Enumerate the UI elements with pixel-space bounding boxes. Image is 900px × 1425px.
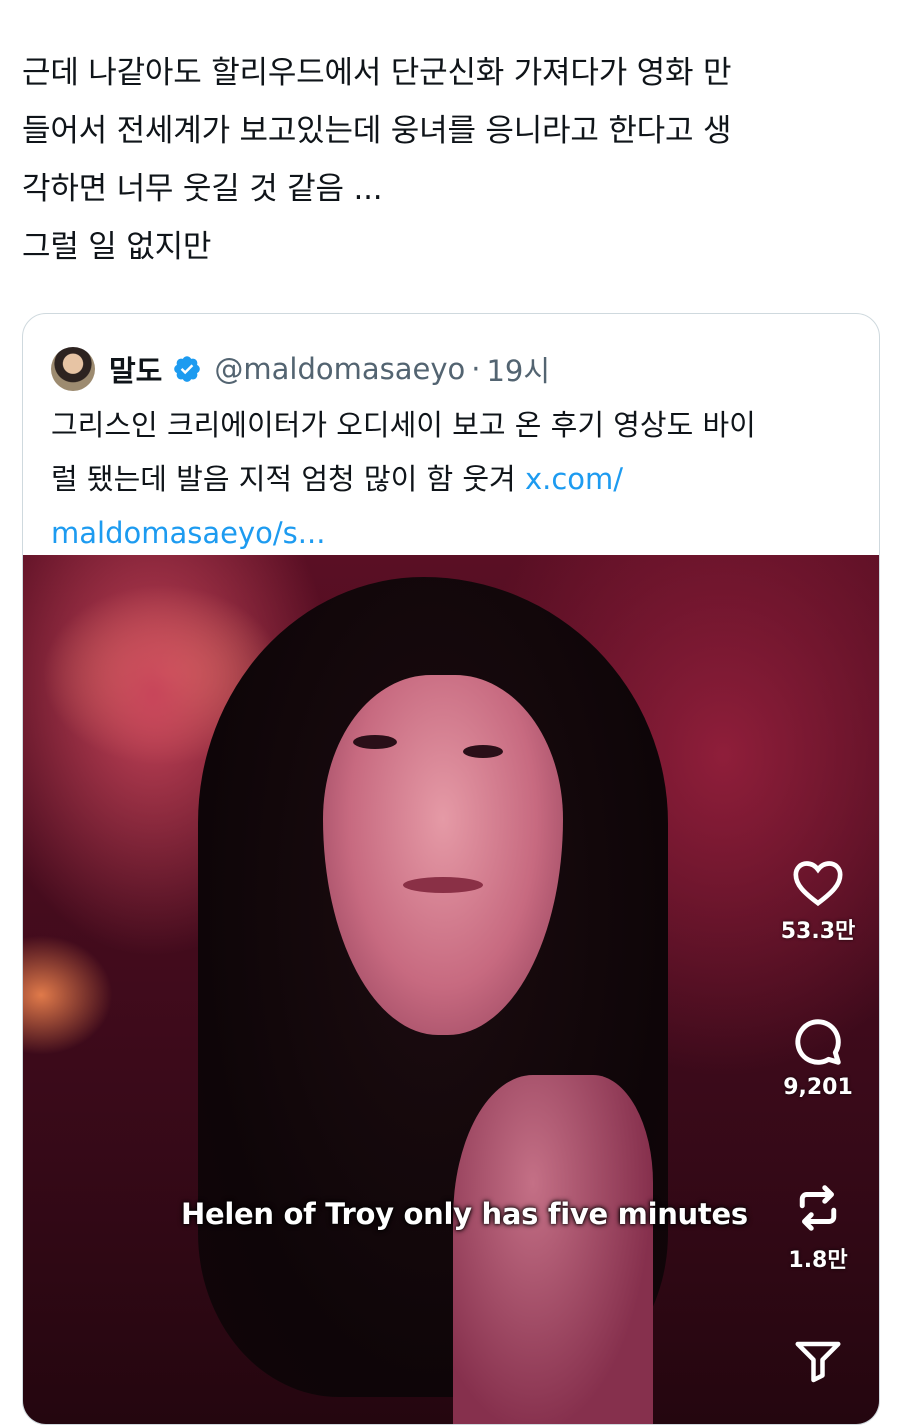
heart-icon[interactable] <box>790 855 846 907</box>
quote-text-fragment: 럴 됐는데 발음 지적 엄청 많이 함 웃겨 <box>51 462 525 496</box>
handle[interactable]: @maldomasaeyo <box>214 352 465 386</box>
share-action[interactable] <box>773 1335 863 1389</box>
video-media[interactable]: Helen of Troy only has five minutes 53.3… <box>23 555 879 1424</box>
background-light <box>23 935 113 1055</box>
link[interactable]: x.com/ <box>525 462 623 496</box>
quote-tweet-header: 말도 @maldomasaeyo · 19시 <box>51 346 550 392</box>
quote-text-line: 럴 됐는데 발음 지적 엄청 많이 함 웃겨 x.com/ <box>51 452 851 506</box>
quote-text-line: 그리스인 크리에이터가 오디세이 보고 온 후기 영상도 바이 <box>51 408 756 442</box>
comment-icon[interactable] <box>791 1015 845 1069</box>
repost-icon[interactable] <box>791 1180 845 1236</box>
repost-count: 1.8만 <box>788 1248 848 1273</box>
video-caption: Helen of Troy only has five minutes <box>181 1197 748 1231</box>
verified-badge-icon <box>174 356 201 382</box>
video-subject-mouth <box>403 877 483 893</box>
tweet-text-line: 그럴 일 없지만 <box>22 229 212 265</box>
like-action[interactable]: 53.3만 <box>773 855 863 945</box>
link-continuation[interactable]: maldomasaeyo/s... <box>51 506 851 560</box>
display-name[interactable]: 말도 <box>109 348 162 390</box>
like-count: 53.3만 <box>780 919 856 944</box>
video-subject-eye <box>463 745 503 758</box>
separator-dot: · <box>471 352 481 386</box>
quote-tweet-card[interactable]: 말도 @maldomasaeyo · 19시 그리스인 크리에이터가 오디세이 … <box>22 313 880 1425</box>
video-subject-shoulder <box>453 1075 653 1424</box>
quote-tweet-text: 그리스인 크리에이터가 오디세이 보고 온 후기 영상도 바이 럴 됐는데 발음… <box>51 398 851 560</box>
avatar[interactable] <box>51 347 95 391</box>
comment-action[interactable]: 9,201 <box>773 1015 863 1100</box>
repost-action[interactable]: 1.8만 <box>773 1180 863 1274</box>
video-subject-eye <box>353 735 397 749</box>
tweet-text: 근데 나같아도 할리우드에서 단군신화 가져다가 영화 만 들어서 전세계가 보… <box>22 44 882 276</box>
tweet-text-line: 근데 나같아도 할리우드에서 단군신화 가져다가 영화 만 <box>22 55 732 91</box>
tweet-text-line: 들어서 전세계가 보고있는데 웅녀를 응니라고 한다고 생 <box>22 113 732 149</box>
share-icon[interactable] <box>791 1335 845 1389</box>
tweet-text-line: 각하면 너무 웃길 것 같음 ... <box>22 171 383 207</box>
timestamp[interactable]: 19시 <box>486 348 550 390</box>
comment-count: 9,201 <box>783 1075 853 1100</box>
